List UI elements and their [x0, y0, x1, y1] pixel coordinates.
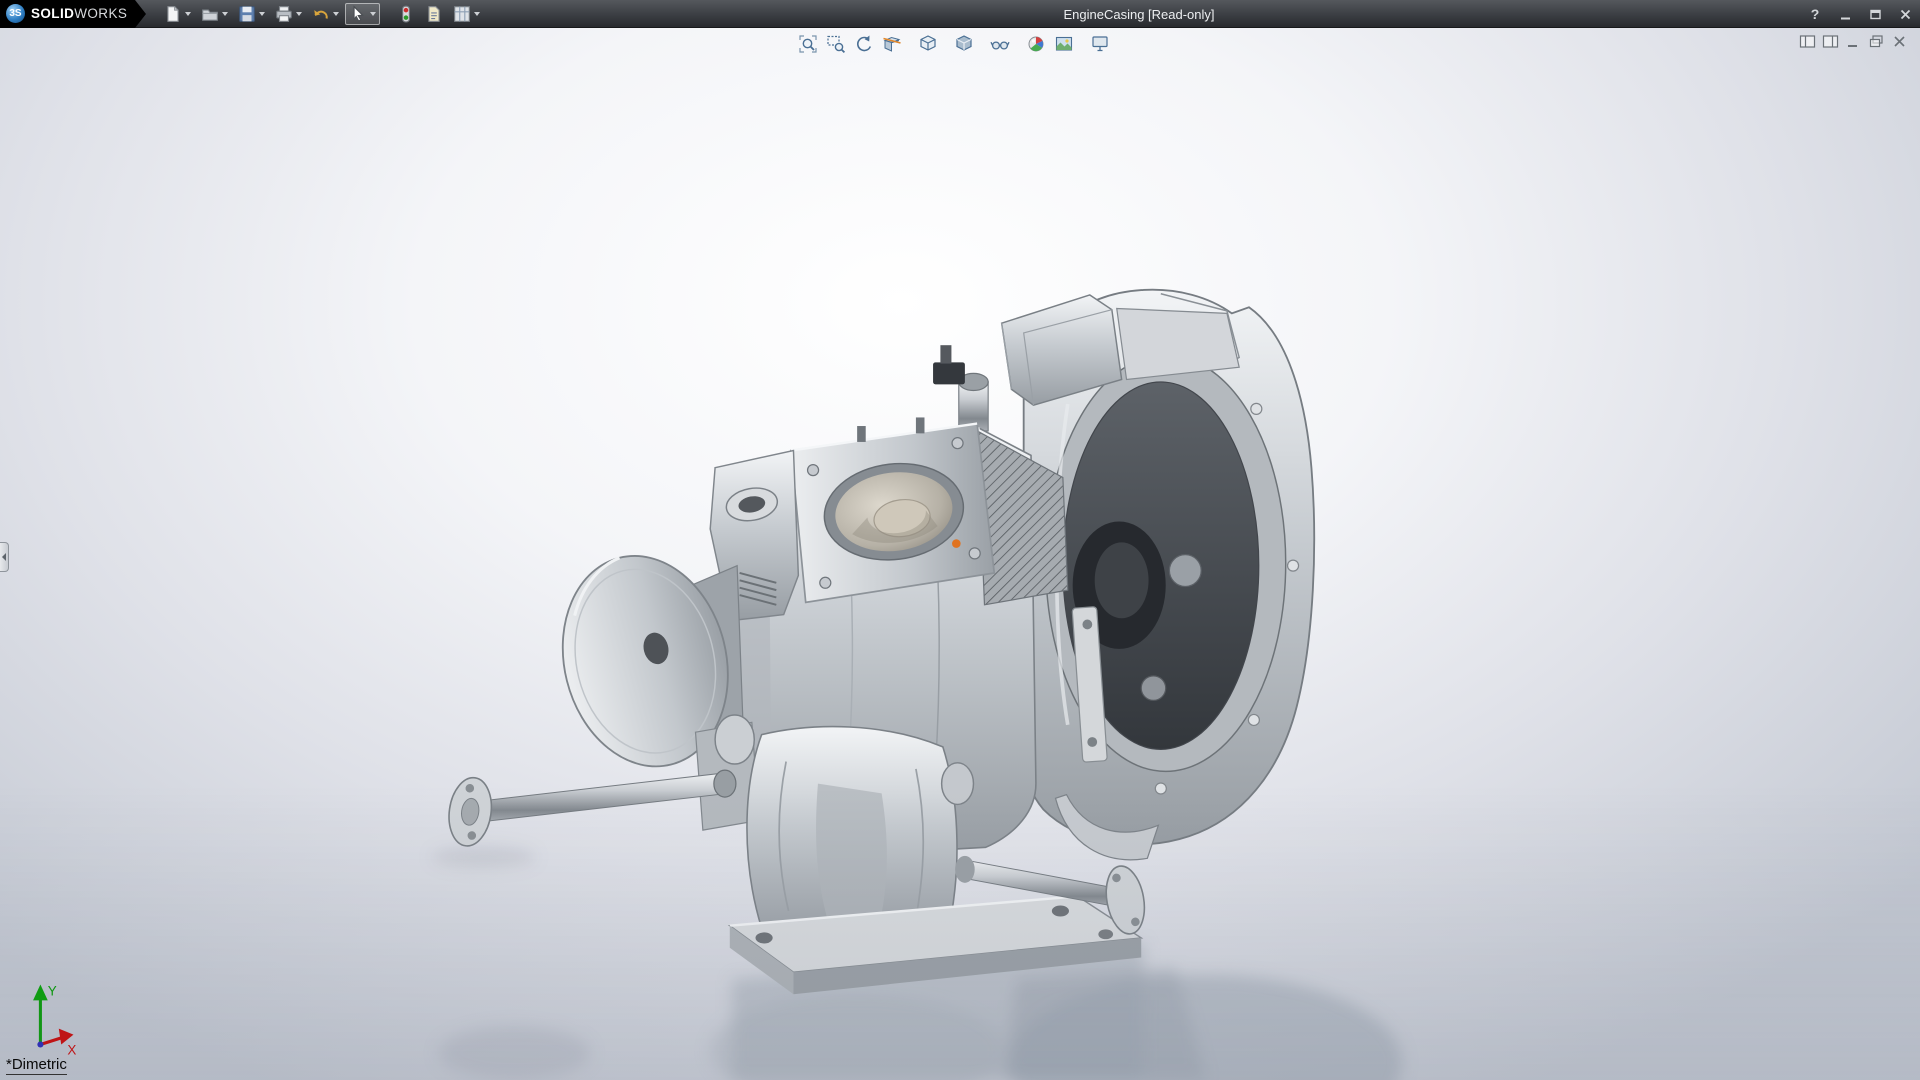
save-button[interactable] — [234, 3, 269, 25]
close-document-button[interactable] — [1891, 34, 1908, 49]
display-style-button[interactable] — [952, 32, 984, 56]
open-icon — [202, 9, 219, 21]
pane-left-icon — [1799, 35, 1816, 48]
close-document-icon — [1894, 36, 1905, 47]
triad-y-label: Y — [48, 983, 57, 998]
zoom-to-area-button[interactable] — [824, 32, 848, 56]
brand-text: SOLIDWORKS — [31, 6, 127, 21]
previous-view-button[interactable] — [852, 32, 876, 56]
panel-collapse-handle[interactable] — [0, 542, 9, 572]
dropdown-caret[interactable] — [296, 11, 303, 16]
rebuild-button[interactable] — [393, 3, 419, 25]
minimize-icon — [1840, 17, 1850, 19]
restore-document-button[interactable] — [1868, 34, 1885, 49]
dropdown-caret[interactable] — [259, 11, 266, 16]
appearance-sphere-icon — [1028, 36, 1044, 52]
maximize-icon — [1869, 9, 1881, 19]
pane-left-button[interactable] — [1799, 34, 1816, 49]
pane-right-icon — [1822, 35, 1839, 48]
select-cursor-icon — [353, 4, 365, 22]
edit-appearance-button[interactable] — [1024, 32, 1048, 56]
collapse-arrow-icon — [2, 553, 6, 561]
brand-works: WORKS — [74, 6, 128, 21]
heads-up-toolbar — [796, 32, 1120, 56]
file-properties-button[interactable] — [421, 3, 447, 25]
new-document-icon — [167, 5, 179, 22]
rebuild-traffic-light-icon — [402, 5, 411, 22]
scene-icon — [1055, 36, 1073, 51]
maximize-button[interactable] — [1864, 4, 1886, 24]
pane-right-button[interactable] — [1822, 34, 1839, 49]
dropdown-caret[interactable] — [474, 11, 481, 16]
options-icon — [454, 5, 471, 22]
minimize-button[interactable] — [1834, 4, 1856, 24]
glasses-icon — [990, 41, 1010, 50]
zoom-to-area-icon — [827, 35, 846, 54]
graphics-area[interactable]: X Y *Dimetric — [0, 28, 1920, 1080]
hide-show-items-button[interactable] — [988, 32, 1020, 56]
options-button[interactable] — [449, 3, 484, 25]
apply-scene-button[interactable] — [1052, 32, 1084, 56]
help-button[interactable]: ? — [1804, 4, 1826, 24]
window-controls: ? — [1804, 0, 1916, 28]
brand-solid: SOLID — [31, 6, 75, 21]
print-button[interactable] — [271, 3, 306, 25]
dropdown-caret[interactable] — [185, 11, 192, 16]
file-properties-icon — [428, 5, 440, 22]
close-button[interactable] — [1894, 4, 1916, 24]
dropdown-caret[interactable] — [222, 11, 229, 16]
undo-icon — [314, 9, 329, 19]
titlebar: 3S SOLIDWORKS EngineCasing [Read-only] ? — [0, 0, 1920, 28]
3d-viewport[interactable]: X Y — [0, 28, 1920, 1080]
zoom-to-fit-button[interactable] — [796, 32, 820, 56]
solidworks-logo: 3S SOLIDWORKS — [0, 0, 136, 28]
zoom-to-fit-icon — [799, 35, 817, 53]
view-orientation-button[interactable] — [916, 32, 948, 56]
part-shaft-front[interactable] — [445, 769, 737, 848]
undo-button[interactable] — [308, 3, 343, 25]
section-view-button[interactable] — [880, 32, 912, 56]
print-icon — [276, 5, 293, 22]
triad-x-label: X — [67, 1042, 76, 1057]
selection-marker — [952, 539, 961, 548]
restore-document-icon — [1869, 35, 1883, 48]
view-orientation-icon — [920, 35, 936, 51]
document-window-controls — [1799, 34, 1908, 49]
minimize-document-button[interactable] — [1845, 34, 1862, 49]
view-orientation-label: *Dimetric — [6, 1056, 67, 1075]
select-tool-button[interactable] — [345, 2, 381, 25]
display-style-icon — [956, 35, 972, 51]
dropdown-caret[interactable] — [370, 11, 377, 16]
logo-point — [135, 0, 147, 28]
view-settings-icon — [1092, 36, 1108, 52]
previous-view-icon — [857, 35, 872, 52]
minimize-document-icon — [1848, 45, 1857, 47]
save-icon — [239, 5, 256, 22]
close-icon — [1900, 9, 1910, 19]
window-title: EngineCasing [Read-only] — [1063, 6, 1215, 22]
new-document-button[interactable] — [160, 3, 195, 25]
3ds-logo-icon: 3S — [6, 4, 25, 23]
standard-toolbar — [160, 2, 484, 25]
orientation-triad: X Y — [33, 983, 76, 1057]
open-button[interactable] — [197, 3, 232, 25]
section-view-icon — [883, 36, 901, 52]
dropdown-caret[interactable] — [333, 11, 340, 16]
part-carb-flange[interactable] — [790, 417, 996, 604]
view-settings-button[interactable] — [1088, 32, 1120, 56]
